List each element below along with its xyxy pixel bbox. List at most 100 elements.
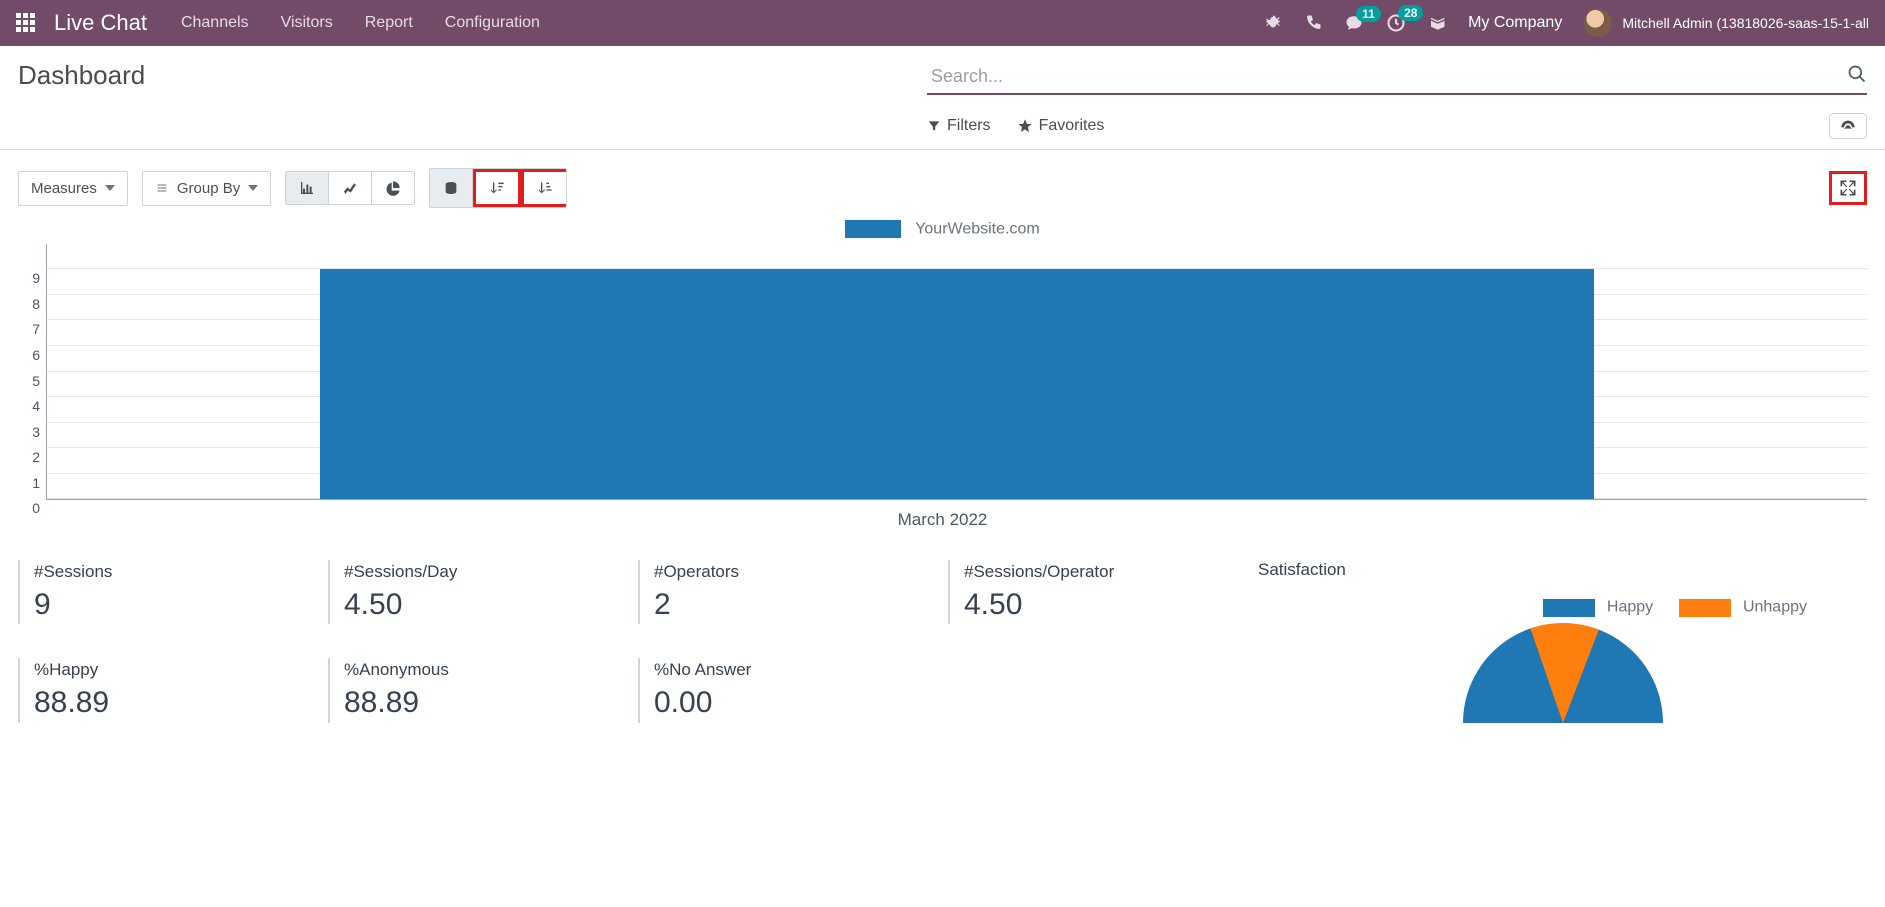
pie-legend-label-happy: Happy — [1607, 599, 1653, 616]
top-navbar: Live Chat Channels Visitors Report Confi… — [0, 0, 1885, 46]
measures-button[interactable]: Measures — [18, 171, 128, 206]
chart-type-group — [285, 171, 415, 205]
favorites-label: Favorites — [1039, 117, 1105, 135]
stat-label: #Sessions/Day — [344, 562, 628, 582]
stats-section: #Sessions 9 #Sessions/Day 4.50 #Operators 2 #S… — [0, 530, 1885, 722]
search-icon[interactable] — [1847, 64, 1867, 84]
stat-value: 4.50 — [344, 588, 628, 622]
chart-legend: YourWebsite.com — [18, 220, 1867, 238]
y-tick: 3 — [32, 424, 40, 440]
groupby-label: Group By — [177, 180, 240, 197]
pie-chart-icon — [384, 180, 402, 196]
line-chart-icon — [341, 180, 359, 196]
plot-area — [46, 244, 1867, 500]
stat-label: %Anonymous — [344, 660, 628, 680]
control-panel: Dashboard Filters Favorites — [0, 46, 1885, 150]
satisfaction-pie — [1463, 623, 1663, 723]
stat-card: #Sessions 9 — [18, 560, 318, 624]
nav-link-report[interactable]: Report — [365, 14, 413, 32]
y-tick: 7 — [32, 321, 40, 337]
stat-card: %Anonymous 88.89 — [328, 658, 628, 722]
caret-down-icon — [248, 185, 258, 191]
stat-value: 9 — [34, 588, 318, 622]
stat-card: %No Answer 0.00 — [638, 658, 938, 722]
chart-type-line[interactable] — [329, 172, 372, 204]
measures-label: Measures — [31, 180, 97, 197]
satisfaction-panel: Satisfaction Happy Unhappy — [1258, 560, 1867, 722]
list-icon — [155, 182, 169, 194]
y-tick: 9 — [32, 270, 40, 286]
debug-icon[interactable] — [1264, 14, 1282, 32]
stat-value: 2 — [654, 588, 938, 622]
stat-label: %Happy — [34, 660, 318, 680]
favorites-button[interactable]: Favorites — [1017, 113, 1105, 139]
chart-stacked-button[interactable] — [430, 169, 473, 207]
phone-icon[interactable] — [1304, 14, 1322, 32]
filters-label: Filters — [947, 117, 991, 135]
star-icon — [1017, 118, 1033, 134]
nav-link-configuration[interactable]: Configuration — [445, 14, 540, 32]
view-switcher-dashboard[interactable] — [1829, 113, 1867, 139]
sort-asc-button[interactable] — [521, 169, 566, 207]
legend-swatch — [845, 220, 901, 238]
sort-desc-icon — [488, 180, 506, 196]
x-axis-label: March 2022 — [18, 510, 1867, 530]
expand-icon — [1838, 178, 1858, 198]
pie-legend: Happy Unhappy — [1258, 598, 1867, 616]
sort-desc-button[interactable] — [473, 169, 521, 207]
caret-down-icon — [105, 185, 115, 191]
avatar — [1584, 9, 1612, 37]
stat-label: #Operators — [654, 562, 938, 582]
search-input[interactable] — [927, 60, 1867, 95]
pie-legend-swatch-happy — [1543, 599, 1595, 617]
pie-legend-label-unhappy: Unhappy — [1743, 599, 1807, 616]
expand-button[interactable] — [1829, 171, 1867, 205]
y-axis: 0123456789 — [18, 244, 46, 500]
dashboard-icon — [1838, 118, 1858, 134]
stat-label: #Sessions — [34, 562, 318, 582]
messages-badge: 11 — [1356, 6, 1381, 22]
chart-type-pie[interactable] — [372, 172, 414, 204]
bar-chart-panel: YourWebsite.com 0123456789 March 2022 — [0, 220, 1885, 530]
activities-icon[interactable]: 28 — [1386, 13, 1406, 33]
y-tick: 8 — [32, 296, 40, 312]
nav-links: Channels Visitors Report Configuration — [181, 14, 540, 32]
chart-type-bar[interactable] — [286, 172, 329, 204]
y-tick: 0 — [32, 500, 40, 516]
stat-value: 4.50 — [964, 588, 1248, 622]
stat-value: 88.89 — [344, 686, 628, 720]
stats-grid: #Sessions 9 #Sessions/Day 4.50 #Operators 2 #S… — [18, 560, 1248, 722]
y-tick: 4 — [32, 398, 40, 414]
graph-toolbar: Measures Group By — [0, 150, 1885, 216]
y-tick: 5 — [32, 373, 40, 389]
nav-link-channels[interactable]: Channels — [181, 14, 249, 32]
stat-card: #Operators 2 — [638, 560, 938, 624]
satisfaction-title: Satisfaction — [1258, 560, 1867, 580]
y-tick: 6 — [32, 347, 40, 363]
stat-value: 88.89 — [34, 686, 318, 720]
stat-card: #Sessions/Day 4.50 — [328, 560, 628, 624]
nav-link-visitors[interactable]: Visitors — [281, 14, 333, 32]
support-icon[interactable] — [1428, 14, 1446, 32]
activities-badge: 28 — [1398, 5, 1423, 21]
company-selector[interactable]: My Company — [1468, 14, 1562, 32]
user-menu[interactable]: Mitchell Admin (13818026-saas-15-1-all — [1584, 9, 1869, 37]
user-name: Mitchell Admin (13818026-saas-15-1-all — [1622, 15, 1869, 31]
stack-icon — [442, 180, 460, 196]
stat-label: %No Answer — [654, 660, 938, 680]
stat-label: #Sessions/Operator — [964, 562, 1248, 582]
messages-icon[interactable]: 11 — [1344, 14, 1364, 32]
app-brand[interactable]: Live Chat — [54, 10, 147, 36]
bar-chart: 0123456789 — [18, 244, 1867, 500]
groupby-button[interactable]: Group By — [142, 171, 271, 206]
apps-menu-icon[interactable] — [16, 13, 36, 33]
pie-legend-swatch-unhappy — [1679, 599, 1731, 617]
stat-value: 0.00 — [654, 686, 938, 720]
y-tick: 1 — [32, 475, 40, 491]
filters-button[interactable]: Filters — [927, 113, 991, 139]
chart-mode-group — [429, 168, 567, 208]
bar[interactable] — [320, 269, 1594, 499]
stat-card: %Happy 88.89 — [18, 658, 318, 722]
page-title: Dashboard — [18, 60, 145, 91]
legend-label: YourWebsite.com — [915, 220, 1040, 237]
